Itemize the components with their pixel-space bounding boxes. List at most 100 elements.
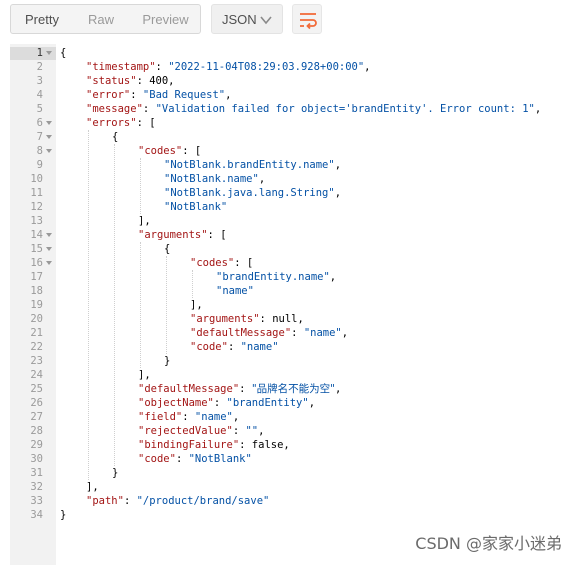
json-punct: ,	[308, 397, 316, 409]
code-text: "status": 400,	[86, 74, 175, 88]
code-line: 4 "error": "Bad Request",	[10, 88, 578, 102]
fold-toggle-icon[interactable]	[46, 261, 52, 265]
code-line: 20 "arguments": null,	[10, 312, 578, 326]
json-key: "arguments"	[190, 313, 260, 325]
view-raw-button[interactable]: Raw	[73, 5, 129, 33]
line-number: 10	[30, 173, 43, 185]
code-line: 8 "codes": [	[10, 144, 578, 158]
line-number: 12	[30, 201, 43, 213]
json-string: "Validation failed for object='brandEnti…	[155, 103, 535, 115]
line-number: 31	[30, 467, 43, 479]
view-pretty-button[interactable]: Pretty	[11, 5, 73, 33]
code-line: 12 "NotBlank"	[10, 200, 578, 214]
json-string: "name"	[216, 285, 254, 297]
code-text: "errors": [	[86, 116, 156, 130]
json-key: "arguments"	[138, 229, 208, 241]
fold-toggle-icon[interactable]	[46, 149, 52, 153]
watermark: CSDN @家家小迷弟	[415, 534, 562, 553]
json-punct: ,	[341, 327, 349, 339]
json-punct: ,	[329, 271, 337, 283]
code-text: }	[60, 508, 66, 522]
json-punct: {	[60, 47, 67, 59]
json-punct: {	[164, 243, 171, 255]
line-number: 7	[36, 131, 43, 143]
fold-toggle-icon[interactable]	[46, 121, 52, 125]
code-text: "codes": [	[138, 144, 201, 158]
line-number: 14	[30, 229, 43, 241]
json-punct: :	[155, 61, 169, 73]
json-punct: :	[123, 495, 137, 507]
line-number: 18	[30, 285, 43, 297]
code-line: 22 "code": "name"	[10, 340, 578, 354]
code-text: ],	[138, 368, 151, 382]
format-select[interactable]: JSON	[211, 4, 283, 34]
json-punct: : [	[207, 229, 227, 241]
json-punct: ],	[190, 299, 203, 311]
line-number: 8	[36, 145, 43, 157]
code-line: 11 "NotBlank.java.lang.String",	[10, 186, 578, 200]
json-punct: : [	[136, 117, 156, 129]
json-key: "error"	[86, 89, 131, 101]
line-number: 24	[30, 369, 43, 381]
json-punct: ,	[334, 187, 342, 199]
wrap-lines-button[interactable]	[292, 4, 322, 34]
code-text: {	[164, 242, 170, 256]
code-text: "message": "Validation failed for object…	[86, 102, 541, 116]
code-line: 19],	[10, 298, 578, 312]
line-number: 32	[30, 481, 43, 493]
code-line: 3 "status": 400,	[10, 74, 578, 88]
code-text: "defaultMessage": "品牌名不能为空",	[138, 382, 341, 396]
json-key: "message"	[86, 103, 143, 115]
line-number: 26	[30, 397, 43, 409]
code-line: 23}	[10, 354, 578, 368]
line-number: 28	[30, 425, 43, 437]
code-line: 28 "rejectedValue": "",	[10, 424, 578, 438]
code-text: ],	[138, 214, 151, 228]
code-text: "code": "name"	[190, 340, 279, 354]
json-punct: ],	[138, 215, 151, 227]
code-text: {	[112, 130, 118, 144]
code-text: "NotBlank.name",	[164, 172, 265, 186]
json-punct: ,	[232, 411, 240, 423]
code-text: "rejectedValue": "",	[138, 424, 264, 438]
json-string: "name"	[194, 411, 233, 423]
json-key: "objectName"	[138, 397, 214, 409]
json-string: "NotBlank"	[164, 201, 228, 213]
json-punct: :	[227, 341, 241, 353]
code-line: 33 "path": "/product/brand/save"	[10, 494, 578, 508]
json-key: "errors"	[86, 117, 137, 129]
line-number: 13	[30, 215, 43, 227]
fold-toggle-icon[interactable]	[46, 233, 52, 237]
fold-toggle-icon[interactable]	[46, 51, 52, 55]
json-punct: ,	[334, 159, 342, 171]
fold-toggle-icon[interactable]	[46, 247, 52, 251]
code-line: 31}	[10, 466, 578, 480]
json-punct: {	[112, 131, 119, 143]
line-number: 3	[36, 75, 43, 87]
line-number: 25	[30, 383, 43, 395]
code-line: 25 "defaultMessage": "品牌名不能为空",	[10, 382, 578, 396]
json-string: "NotBlank.name"	[164, 173, 259, 185]
code-line: 18 "name"	[10, 284, 578, 298]
code-line: 7{	[10, 130, 578, 144]
code-text: {	[60, 46, 66, 60]
line-number: 1	[36, 47, 43, 59]
response-body-editor[interactable]: 1{2 "timestamp": "2022-11-04T08:29:03.928…	[10, 44, 578, 565]
line-number: 5	[36, 103, 43, 115]
line-number: 22	[30, 341, 43, 353]
json-punct: : null,	[259, 313, 304, 325]
json-punct: :	[182, 411, 195, 423]
code-line: 17 "brandEntity.name",	[10, 270, 578, 284]
json-punct: : [	[234, 257, 254, 269]
json-string: "NotBlank"	[188, 453, 252, 465]
code-line: 27 "field": "name",	[10, 410, 578, 424]
indent-guide	[192, 270, 193, 298]
json-key: "field"	[138, 411, 183, 423]
response-toolbar: Pretty Raw Preview JSON	[0, 0, 578, 40]
line-number: 29	[30, 439, 43, 451]
fold-toggle-icon[interactable]	[46, 135, 52, 139]
json-punct: : 400,	[136, 75, 175, 87]
json-key: "codes"	[190, 257, 235, 269]
view-preview-button[interactable]: Preview	[129, 5, 200, 33]
json-punct: :	[232, 425, 246, 437]
